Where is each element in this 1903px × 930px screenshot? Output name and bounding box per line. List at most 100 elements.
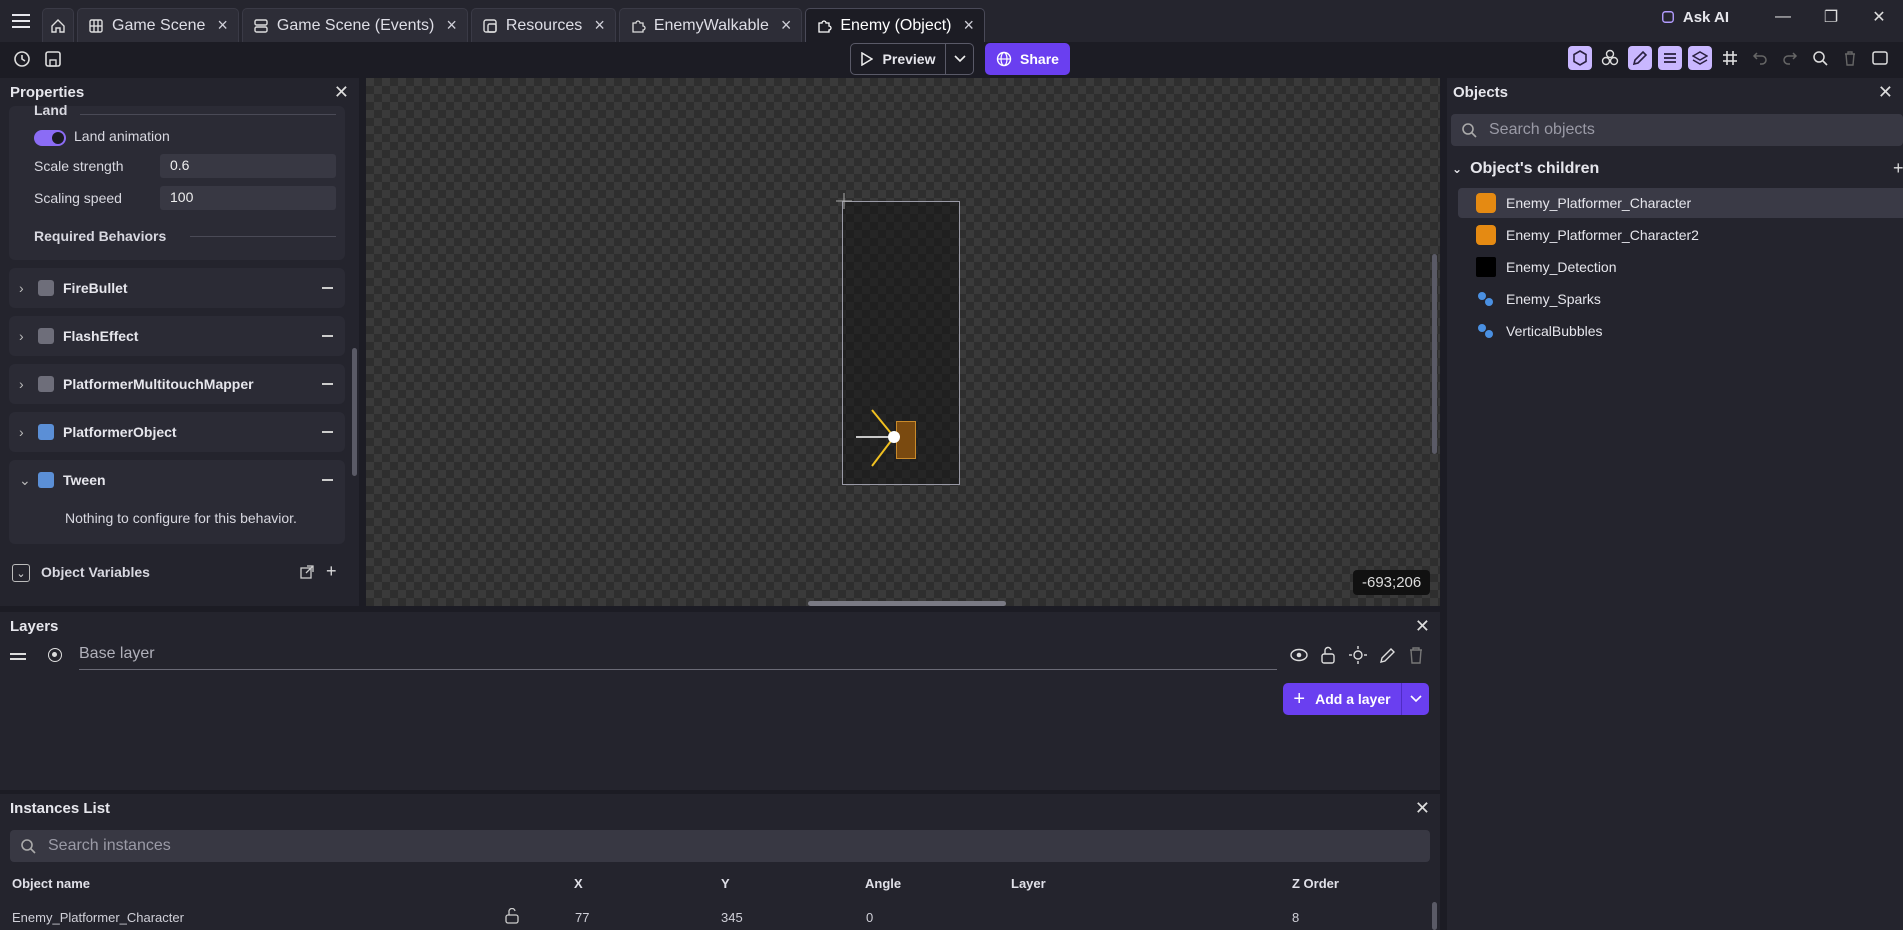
close-icon[interactable]: × bbox=[217, 15, 228, 36]
radio-selected-icon[interactable] bbox=[48, 648, 62, 662]
behavior-firebullet[interactable]: › FireBullet bbox=[9, 268, 345, 308]
behavior-flasheffect[interactable]: › FlashEffect bbox=[9, 316, 345, 356]
cell-angle[interactable]: 0 bbox=[866, 910, 873, 925]
object-item[interactable]: Enemy_Platformer_Character bbox=[1458, 188, 1903, 218]
object-item[interactable]: Enemy_Platformer_Character2 bbox=[1458, 220, 1903, 250]
add-layer-button[interactable]: + Add a layer bbox=[1283, 683, 1401, 715]
column-header[interactable]: X bbox=[574, 876, 583, 891]
object-item[interactable]: Enemy_Detection bbox=[1458, 252, 1903, 282]
preview-dropdown[interactable] bbox=[946, 43, 974, 75]
window-mask-icon[interactable] bbox=[1868, 46, 1892, 70]
close-icon[interactable]: ✕ bbox=[334, 82, 349, 103]
search-instances-input[interactable]: Search instances bbox=[10, 830, 1430, 862]
open-external-icon[interactable] bbox=[300, 565, 314, 582]
eye-icon[interactable] bbox=[1290, 647, 1308, 663]
close-icon[interactable]: × bbox=[781, 15, 792, 36]
close-icon[interactable]: ✕ bbox=[1415, 616, 1430, 637]
minimize-icon[interactable]: — bbox=[1759, 8, 1807, 26]
grid-icon[interactable] bbox=[1718, 46, 1742, 70]
cell-y[interactable]: 345 bbox=[721, 910, 743, 925]
close-icon[interactable]: ✕ bbox=[1415, 798, 1430, 819]
tab-game-scene[interactable]: Game Scene × bbox=[77, 8, 239, 42]
search-placeholder: Search instances bbox=[48, 837, 171, 854]
close-icon[interactable]: × bbox=[446, 15, 457, 36]
ai-icon bbox=[1661, 11, 1674, 23]
pencil-icon[interactable] bbox=[1628, 46, 1652, 70]
add-layer-dropdown[interactable] bbox=[1401, 683, 1429, 715]
tab-enemywalkable[interactable]: EnemyWalkable × bbox=[618, 8, 803, 42]
object-groups-icon[interactable] bbox=[1598, 46, 1622, 70]
home-icon bbox=[51, 18, 65, 33]
behavior-platformerobject[interactable]: › PlatformerObject bbox=[9, 412, 345, 452]
unlock-icon[interactable] bbox=[505, 908, 519, 924]
cell-z-order[interactable]: 8 bbox=[1292, 910, 1299, 925]
window-close-icon[interactable]: ✕ bbox=[1855, 7, 1903, 27]
share-button[interactable]: Share bbox=[985, 43, 1070, 75]
chevron-down-icon: ⌄ bbox=[19, 471, 31, 488]
preview-button[interactable]: Preview bbox=[850, 43, 946, 75]
lighting-icon[interactable] bbox=[1349, 646, 1367, 664]
behavior-platformermultitouchmapper[interactable]: › PlatformerMultitouchMapper bbox=[9, 364, 345, 404]
instances-header: Instances List ✕ bbox=[0, 794, 1440, 822]
tab-enemy-object[interactable]: Enemy (Object) × bbox=[805, 8, 986, 42]
close-icon[interactable]: × bbox=[594, 15, 605, 36]
sparks-icon bbox=[856, 409, 900, 467]
expand-icon[interactable]: ⌄ bbox=[12, 564, 30, 582]
column-header[interactable]: Z Order bbox=[1292, 876, 1339, 891]
add-layer-label: Add a layer bbox=[1315, 691, 1391, 707]
history-icon[interactable] bbox=[11, 48, 33, 70]
layer-row[interactable]: Base layer bbox=[0, 644, 1440, 674]
minus-icon[interactable] bbox=[322, 431, 333, 433]
minus-icon[interactable] bbox=[322, 383, 333, 385]
unlock-icon[interactable] bbox=[1320, 646, 1336, 664]
minus-icon[interactable] bbox=[322, 479, 333, 481]
trash-icon[interactable] bbox=[1408, 646, 1424, 664]
tab-game-scene-events[interactable]: Game Scene (Events) × bbox=[241, 8, 468, 42]
minus-icon[interactable] bbox=[322, 335, 333, 337]
add-icon[interactable]: + bbox=[1893, 158, 1903, 179]
canvas-vertical-scrollbar[interactable] bbox=[1432, 254, 1437, 454]
column-header[interactable]: Object name bbox=[12, 876, 90, 891]
zoom-icon[interactable] bbox=[1808, 46, 1832, 70]
layers-icon[interactable] bbox=[1688, 46, 1712, 70]
instances-list-icon[interactable] bbox=[1658, 46, 1682, 70]
share-label: Share bbox=[1020, 51, 1059, 67]
column-header[interactable]: Angle bbox=[865, 876, 901, 891]
scene-canvas[interactable] bbox=[366, 78, 1440, 606]
ask-ai-button[interactable]: Ask AI bbox=[1661, 9, 1729, 26]
object-cube-icon[interactable] bbox=[1568, 46, 1592, 70]
canvas-horizontal-scrollbar[interactable] bbox=[808, 601, 1006, 606]
close-icon[interactable]: × bbox=[964, 15, 975, 36]
object-item[interactable]: Enemy_Sparks bbox=[1458, 284, 1903, 314]
redo-icon[interactable] bbox=[1778, 46, 1802, 70]
undo-icon[interactable] bbox=[1748, 46, 1772, 70]
search-objects-input[interactable]: Search objects bbox=[1451, 114, 1903, 146]
object-children-header[interactable]: ⌄ Object's children bbox=[1452, 160, 1599, 178]
tab-home[interactable] bbox=[42, 8, 74, 42]
add-icon[interactable]: + bbox=[326, 561, 337, 582]
chevron-down-icon bbox=[953, 55, 966, 63]
column-header[interactable]: Layer bbox=[1011, 876, 1046, 891]
column-header[interactable]: Y bbox=[721, 876, 730, 891]
object-item[interactable]: VerticalBubbles bbox=[1458, 316, 1903, 346]
chevron-right-icon: › bbox=[19, 280, 24, 296]
behavior-tween[interactable]: ⌄ Tween bbox=[9, 460, 345, 500]
trash-icon[interactable] bbox=[1838, 46, 1862, 70]
required-behaviors-label: Required Behaviors bbox=[34, 228, 167, 244]
minus-icon[interactable] bbox=[322, 287, 333, 289]
land-animation-toggle[interactable] bbox=[34, 130, 66, 146]
layer-name[interactable]: Base layer bbox=[79, 645, 155, 663]
instances-scrollbar[interactable] bbox=[1432, 902, 1437, 930]
scaling-speed-field[interactable]: 100 bbox=[160, 186, 336, 210]
restore-icon[interactable]: ❐ bbox=[1807, 7, 1855, 27]
drag-handle-icon[interactable] bbox=[10, 653, 26, 655]
save-icon[interactable] bbox=[42, 48, 64, 70]
tab-resources[interactable]: Resources × bbox=[470, 8, 616, 42]
scale-strength-field[interactable]: 0.6 bbox=[160, 154, 336, 178]
menu-icon[interactable] bbox=[0, 0, 42, 42]
close-icon[interactable]: ✕ bbox=[1878, 82, 1893, 103]
cell-object-name[interactable]: Enemy_Platformer_Character bbox=[12, 910, 184, 925]
properties-scrollbar[interactable] bbox=[352, 348, 357, 476]
edit-icon[interactable] bbox=[1379, 646, 1397, 664]
cell-x[interactable]: 77 bbox=[575, 910, 589, 925]
